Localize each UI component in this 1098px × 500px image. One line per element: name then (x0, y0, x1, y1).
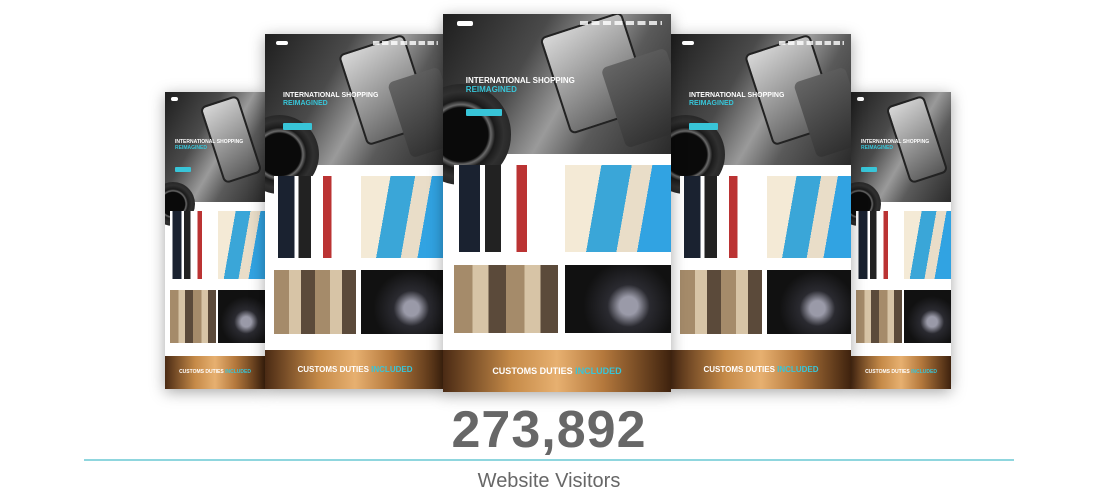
divider-line (84, 459, 1014, 461)
product-tile-cases (680, 270, 763, 334)
hero-cta-button (465, 109, 503, 117)
device-image (387, 66, 445, 159)
product-tile-device (361, 270, 445, 334)
hero-banner: INTERNATIONAL SHOPPING REIMAGINED (265, 34, 445, 195)
product-tile-device (564, 265, 671, 334)
website-mockup-mid-left: INTERNATIONAL SHOPPING REIMAGINED CUSTOM… (265, 34, 445, 389)
visitor-count: 273,892 (451, 401, 647, 459)
hero-headline: INTERNATIONAL SHOPPING REIMAGINED (689, 91, 785, 107)
product-grid (856, 208, 951, 357)
footer-banner: CUSTOMS DUTIES INCLUDED (443, 350, 671, 392)
hero-banner: INTERNATIONAL SHOPPING REIMAGINED (671, 34, 851, 195)
footer-banner: CUSTOMS DUTIES INCLUDED (851, 356, 951, 389)
product-tile-phone (856, 210, 902, 280)
product-tile-phone (680, 175, 763, 258)
product-tile-cases (170, 289, 216, 343)
product-tile-accessory (904, 210, 951, 280)
product-tile-cases (274, 270, 357, 334)
product-tile-phone (454, 165, 559, 253)
logo-icon (171, 97, 178, 102)
logo-icon (681, 40, 695, 46)
product-tile-accessory (564, 165, 671, 253)
hero-headline: INTERNATIONAL SHOPPING REIMAGINED (861, 139, 930, 152)
visitor-label: Website Visitors (477, 470, 621, 492)
footer-headline: CUSTOMS DUTIES INCLUDED (297, 364, 413, 374)
logo-icon (456, 20, 473, 26)
website-mockup-center: INTERNATIONAL SHOPPING REIMAGINED CUSTOM… (443, 14, 671, 392)
hero-headline: INTERNATIONAL SHOPPING REIMAGINED (465, 75, 575, 94)
website-mockup-far-left: INTERNATIONAL SHOPPING REIMAGINED CUSTOM… (165, 92, 265, 389)
footer-banner: CUSTOMS DUTIES INCLUDED (671, 349, 851, 389)
footer-headline: CUSTOMS DUTIES INCLUDED (865, 368, 937, 375)
hero-cta-button (283, 123, 312, 130)
product-tile-device (904, 289, 951, 343)
hero-cta-button (175, 166, 191, 173)
hero-headline: INTERNATIONAL SHOPPING REIMAGINED (283, 91, 379, 107)
hero-banner: INTERNATIONAL SHOPPING REIMAGINED (443, 14, 671, 185)
product-grid (454, 161, 671, 350)
website-mockup-far-right: INTERNATIONAL SHOPPING REIMAGINED CUSTOM… (851, 92, 951, 389)
hero-banner: INTERNATIONAL SHOPPING REIMAGINED (165, 92, 265, 227)
hero-cta-button (861, 166, 877, 173)
product-grid (170, 208, 265, 357)
product-tile-device (767, 270, 851, 334)
device-image (793, 66, 851, 159)
product-tile-cases (856, 289, 902, 343)
product-tile-accessory (767, 175, 851, 258)
product-tile-phone (274, 175, 357, 258)
product-tile-device (218, 289, 265, 343)
nav-bar (373, 40, 438, 45)
hero-banner: INTERNATIONAL SHOPPING REIMAGINED (851, 92, 951, 227)
product-grid (680, 172, 851, 350)
footer-banner: CUSTOMS DUTIES INCLUDED (265, 349, 445, 389)
nav-bar (779, 40, 844, 45)
footer-headline: CUSTOMS DUTIES INCLUDED (492, 366, 622, 377)
footer-banner: CUSTOMS DUTIES INCLUDED (165, 356, 265, 389)
product-tile-accessory (361, 175, 445, 258)
product-tile-cases (454, 265, 559, 334)
product-tile-accessory (218, 210, 265, 280)
hero-cta-button (689, 123, 718, 130)
mockup-stage: INTERNATIONAL SHOPPING REIMAGINED CUSTOM… (0, 0, 1098, 500)
website-mockup-mid-right: INTERNATIONAL SHOPPING REIMAGINED CUSTOM… (671, 34, 851, 389)
product-tile-phone (170, 210, 216, 280)
footer-headline: CUSTOMS DUTIES INCLUDED (179, 368, 251, 375)
hero-line-2: REIMAGINED (175, 145, 207, 152)
nav-bar (579, 20, 662, 26)
product-grid (274, 172, 445, 350)
logo-icon (275, 40, 289, 46)
logo-icon (857, 97, 864, 102)
footer-headline: CUSTOMS DUTIES INCLUDED (703, 364, 819, 374)
hero-headline: INTERNATIONAL SHOPPING REIMAGINED (175, 140, 243, 152)
